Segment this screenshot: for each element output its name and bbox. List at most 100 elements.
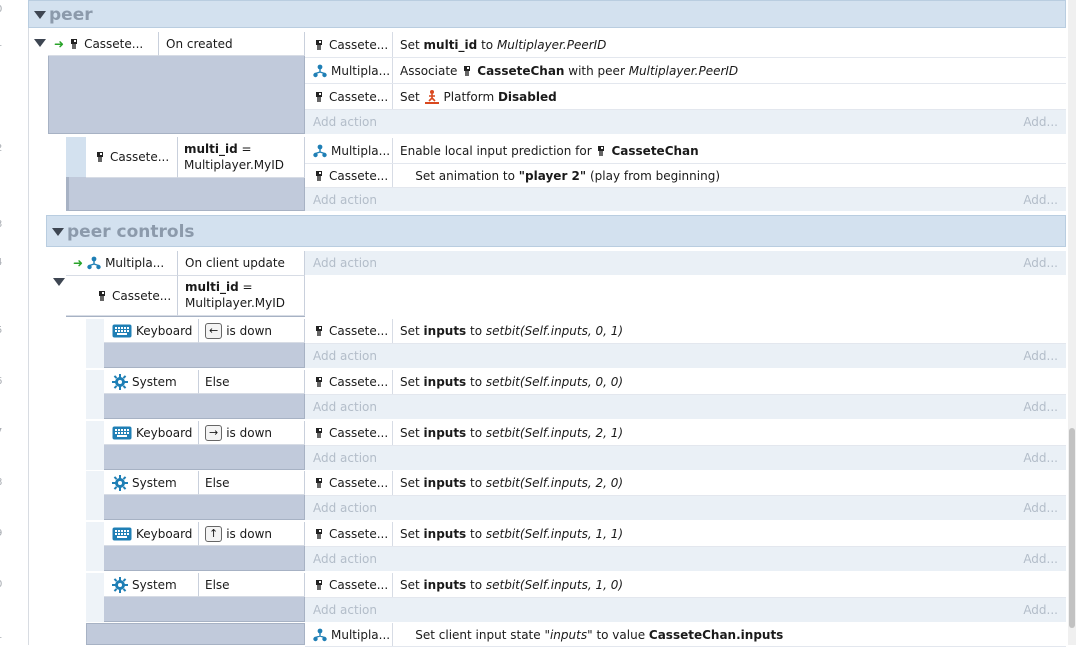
group-header-peer-controls[interactable]: peer controls (46, 215, 1066, 247)
condition-text[interactable]: Else (199, 573, 305, 597)
action-row[interactable]: Cassete... Set animation to "player 2" (… (305, 164, 1066, 188)
key-icon: ↑ (205, 525, 223, 542)
action-object: Cassete... (305, 84, 393, 109)
multiplayer-network-icon (87, 256, 101, 270)
character-sprite-icon (316, 529, 322, 539)
action-object: Cassete... (305, 471, 393, 495)
action-row[interactable]: Multipla... Associate CasseteChan with p… (305, 58, 1066, 84)
character-sprite-icon (316, 580, 322, 590)
action-object: Cassete... (305, 164, 393, 187)
keyboard-icon (112, 324, 132, 337)
action-row[interactable]: Cassete... Set inputs to setbit(Self.inpu… (305, 370, 1066, 395)
character-sprite-icon (97, 152, 103, 162)
line-number: 3 (0, 219, 6, 230)
condition-text[interactable]: Else (199, 471, 305, 495)
key-icon: ← (205, 322, 223, 339)
condition-text[interactable]: On client update (178, 251, 305, 276)
character-sprite-icon (316, 91, 322, 102)
condition-text[interactable]: Else (199, 370, 305, 394)
add-action-row[interactable]: Add action Add... (305, 446, 1066, 470)
event-block-set-client-input[interactable] (86, 623, 305, 645)
group-header-peer[interactable]: peer (28, 0, 1066, 28)
group-title: peer (49, 5, 93, 25)
add-label[interactable]: Add... (1015, 115, 1066, 129)
gear-icon (112, 373, 128, 390)
add-action-row[interactable]: Add action Add... (305, 547, 1066, 571)
character-sprite-icon (316, 428, 322, 438)
character-sprite-icon (99, 290, 105, 301)
condition-text[interactable]: ↑ is down (199, 522, 305, 546)
action-object: Cassete... (305, 573, 393, 597)
action-row[interactable]: Cassete... Set inputs to setbit(Self.inpu… (305, 471, 1066, 496)
line-number: 0 (0, 579, 6, 590)
condition-text[interactable]: On created (159, 32, 305, 56)
collapse-arrow-icon[interactable] (53, 278, 65, 286)
condition-object[interactable]: Keyboard (104, 319, 199, 343)
add-action-row[interactable]: Add action Add... (305, 110, 1066, 134)
action-row[interactable]: Cassete... Set inputs to setbit(Self.inpu… (305, 421, 1066, 446)
action-object: Cassete... (305, 421, 393, 445)
character-sprite-icon (316, 170, 322, 181)
condition-object[interactable]: System (104, 370, 199, 394)
scrollbar-thumb[interactable] (1069, 428, 1075, 628)
character-sprite-icon (316, 377, 322, 387)
sub-event-indent (66, 137, 86, 177)
action-object: Cassete... (305, 370, 393, 394)
add-action-row[interactable]: Add action Add... (305, 395, 1066, 419)
group-title: peer controls (67, 222, 195, 242)
condition-label: On created (166, 36, 233, 51)
action-object: Multipla... (305, 58, 393, 83)
character-sprite-icon (464, 65, 471, 76)
condition-object[interactable]: Cassete... (66, 276, 178, 316)
condition-object-label: Cassete... (84, 36, 144, 51)
collapse-arrow-icon[interactable] (34, 11, 46, 19)
action-row[interactable]: Cassete... Set inputs to setbit(Self.inpu… (305, 319, 1066, 344)
add-action-row[interactable]: Add action Add... (305, 344, 1066, 368)
condition-object[interactable]: Keyboard (104, 522, 199, 546)
collapse-arrow-icon[interactable] (52, 228, 64, 236)
condition-text[interactable]: multi_id = Multiplayer.MyID (178, 276, 305, 316)
condition-object[interactable]: System (104, 471, 199, 495)
keyboard-icon (112, 426, 132, 439)
condition-object[interactable]: ➜ Multipla... (66, 251, 178, 276)
action-area-empty (305, 275, 1066, 316)
line-number-gutter: 0 1 2 3 4 5 6 7 8 9 0 1 (0, 0, 29, 645)
action-row[interactable]: Cassete... Set multi_id to Multiplayer.P… (305, 32, 1066, 58)
line-number: 1 (0, 38, 6, 49)
condition-object[interactable]: Cassete... (86, 137, 178, 178)
action-object: Cassete... (305, 32, 393, 57)
sub-event-indent (86, 471, 104, 520)
sub-event-indent (86, 370, 104, 419)
trigger-arrow-icon: ➜ (54, 36, 65, 51)
condition-object[interactable]: Keyboard (104, 421, 199, 445)
vertical-scrollbar[interactable] (1068, 0, 1076, 645)
condition-text[interactable]: multi_id = Multiplayer.MyID (178, 137, 305, 178)
add-action-row[interactable]: Add action Add... (305, 188, 1066, 211)
line-number: 7 (0, 427, 6, 438)
action-row[interactable]: Cassete... Set inputs to setbit(Self.inpu… (305, 522, 1066, 547)
condition-text[interactable]: → is down (199, 421, 305, 445)
trigger-arrow-icon: ➜ (73, 256, 84, 270)
condition-object[interactable]: System (104, 573, 199, 597)
action-row[interactable]: Cassete... Set Platform Disabled (305, 84, 1066, 110)
multiplayer-network-icon (313, 628, 327, 641)
action-object: Multipla... (305, 138, 393, 163)
action-row[interactable]: Multipla... Set client input state "inpu… (305, 623, 1066, 647)
multiplayer-network-icon (313, 144, 327, 157)
line-number: 5 (0, 325, 6, 336)
action-object: Cassete... (305, 319, 393, 343)
multiplayer-network-icon (313, 64, 327, 77)
line-number: 6 (0, 376, 6, 387)
action-object: Multipla... (305, 623, 393, 646)
add-action-row[interactable]: Add action Add... (305, 496, 1066, 520)
add-action-label[interactable]: Add action (305, 115, 385, 129)
action-row[interactable]: Cassete... Set inputs to setbit(Self.inpu… (305, 573, 1066, 598)
character-sprite-icon (316, 478, 322, 488)
collapse-arrow-icon[interactable] (34, 39, 46, 47)
action-object: Cassete... (305, 522, 393, 546)
character-sprite-icon (316, 39, 322, 50)
add-action-row[interactable]: Add action Add... (305, 251, 1066, 275)
line-number: 1 (0, 630, 6, 641)
condition-object[interactable]: ➜ Cassete... (48, 32, 159, 56)
condition-text[interactable]: ← is down (199, 319, 305, 343)
